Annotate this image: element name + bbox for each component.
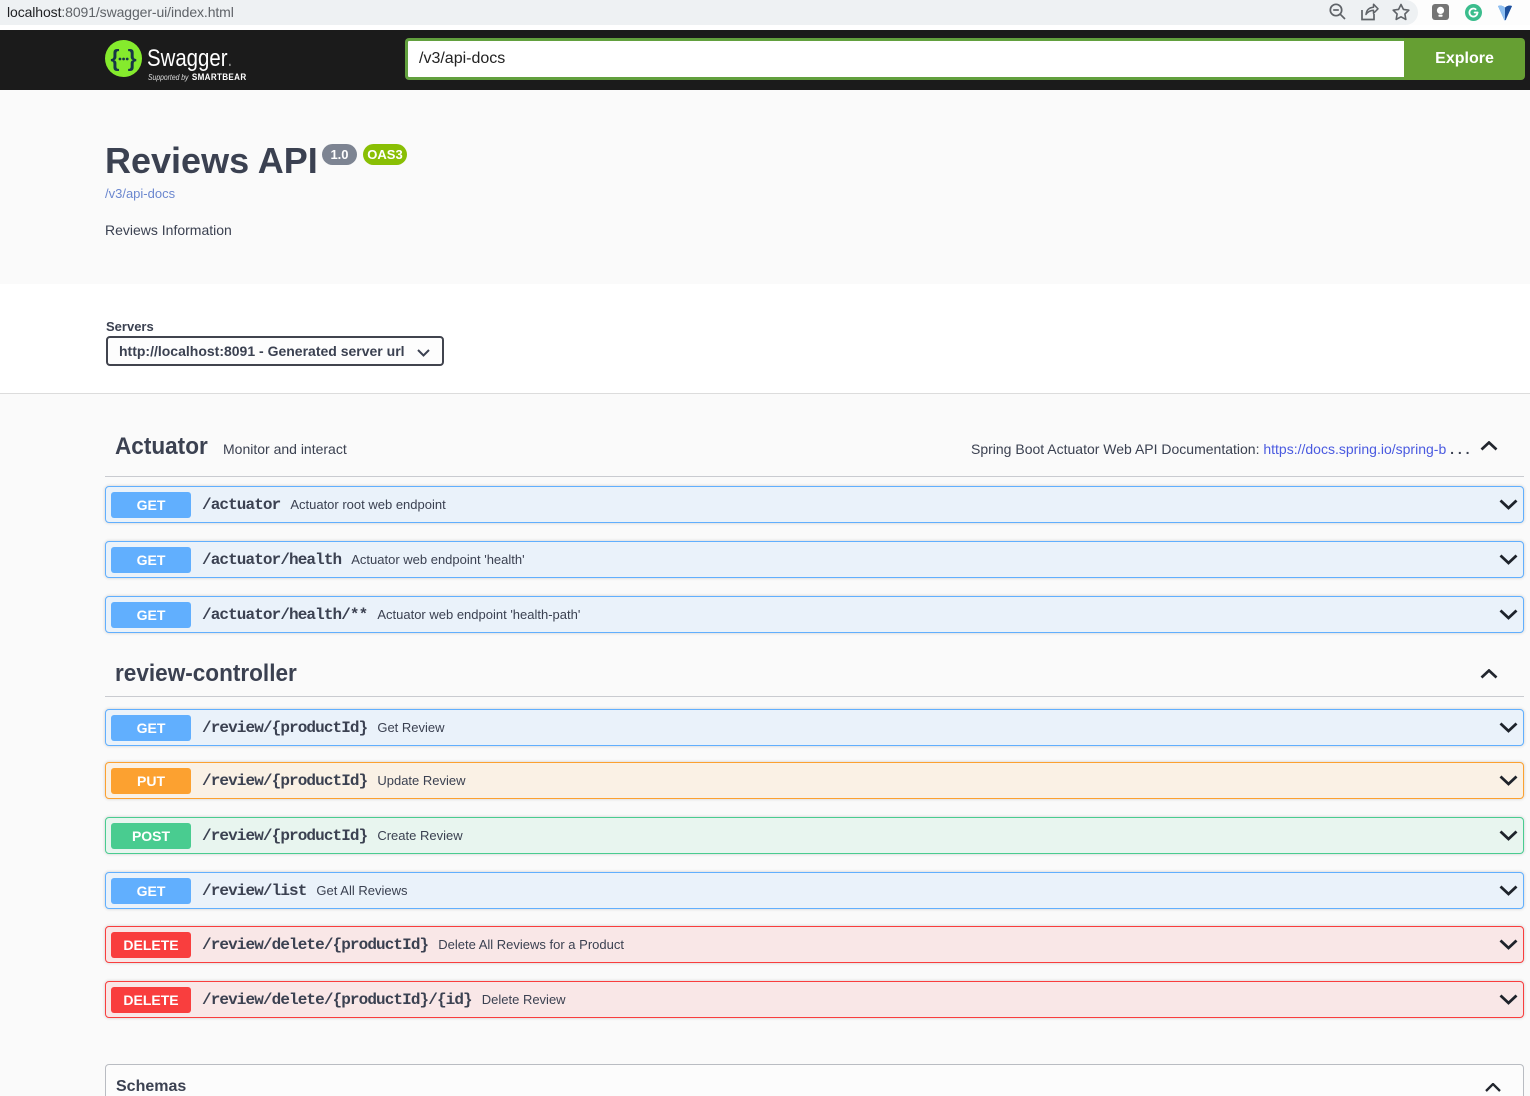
svg-text:{: { xyxy=(111,45,120,71)
svg-text:}: } xyxy=(128,45,137,71)
